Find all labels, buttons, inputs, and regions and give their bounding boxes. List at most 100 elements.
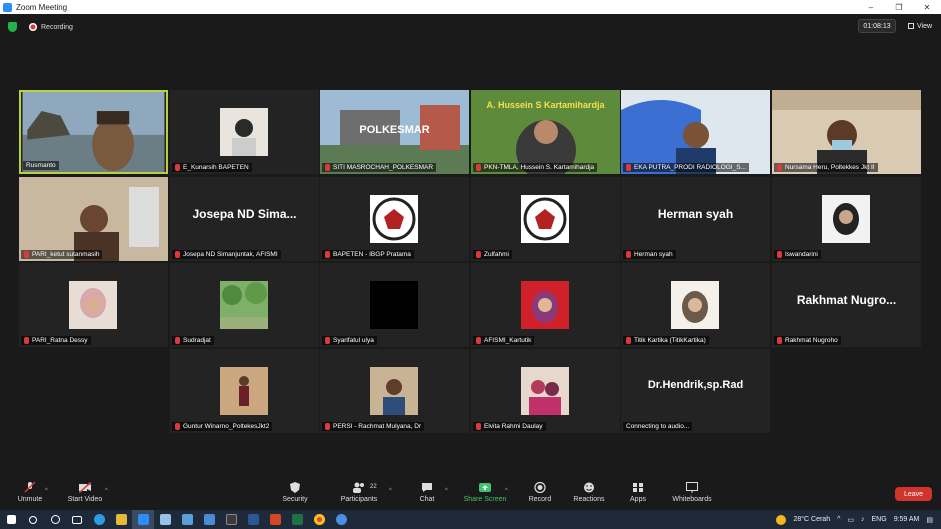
mic-muted-icon — [777, 337, 782, 344]
participant-name: Elvita Rahmi Daulay — [473, 422, 546, 431]
language-indicator[interactable]: ENG — [872, 516, 887, 523]
participant-tile[interactable]: Elvita Rahmi Daulay — [471, 349, 620, 433]
participant-tile[interactable]: Herman syah Herman syah — [621, 177, 770, 261]
security-button[interactable]: Security — [265, 482, 325, 503]
view-button[interactable]: View — [904, 19, 936, 33]
close-button[interactable]: ✕ — [913, 3, 941, 12]
video-options-caret[interactable]: ^ — [105, 488, 108, 494]
notifications-icon[interactable]: ▤ — [926, 516, 933, 524]
task-switch-button[interactable] — [66, 510, 88, 529]
word-icon — [247, 514, 259, 525]
task-switch-icon — [72, 515, 82, 524]
encryption-shield-icon[interactable] — [8, 22, 17, 32]
participant-tile[interactable]: Nursama Heru, Poltekkes Jkt II — [772, 90, 921, 174]
mic-muted-icon — [24, 251, 29, 258]
participant-tile[interactable]: Rakhmat Nugro... Rakhmat Nugroho — [772, 263, 921, 347]
tray-chevron-icon[interactable]: ^ — [837, 516, 840, 523]
word-button[interactable] — [242, 510, 264, 529]
participant-tile[interactable]: E_Kunarsih BAPETEN — [170, 90, 319, 174]
whiteboards-button[interactable]: Whiteboards — [662, 482, 722, 503]
camera-button[interactable] — [330, 510, 352, 529]
photos-button[interactable] — [154, 510, 176, 529]
search-button[interactable] — [22, 510, 44, 529]
participant-tile[interactable]: PARI_ketut sutanmasih — [19, 177, 168, 261]
start-button[interactable] — [0, 510, 22, 529]
chat-button[interactable]: Chat — [397, 482, 457, 503]
apps-button[interactable]: Apps — [608, 482, 668, 503]
mic-muted-icon — [626, 337, 631, 344]
participant-tile[interactable]: A. Hussein S Kartamihardja PKN-TMLA, Hus… — [471, 90, 620, 174]
participant-tile[interactable]: Sudradjat — [170, 263, 319, 347]
volume-icon[interactable]: ♪ — [861, 516, 865, 523]
video-feed — [19, 177, 168, 261]
profile-photo — [69, 281, 117, 329]
chrome-button[interactable] — [308, 510, 330, 529]
video-off-icon — [79, 482, 91, 493]
participant-tile[interactable]: Syarifatul ulya — [320, 263, 469, 347]
garuda-logo-icon — [521, 195, 569, 243]
participant-tile[interactable]: EKA PUTRA_PRODI RADIOLOGI_S... — [621, 90, 770, 174]
participant-tile[interactable]: Josepa ND Sima... Josepa ND Simanjuntak,… — [170, 177, 319, 261]
participant-name: PERSI - Rachmat Mulyana, Dr — [322, 422, 425, 431]
display-name: Rakhmat Nugro... — [796, 293, 897, 307]
file-explorer-button[interactable] — [110, 510, 132, 529]
participants-button[interactable]: Participants — [329, 482, 389, 503]
participant-tile[interactable]: Guntur Winarno_PoltekesJkt2 — [170, 349, 319, 433]
audio-options-caret[interactable]: ^ — [45, 488, 48, 494]
participant-name: Herman syah — [623, 250, 676, 259]
edge-button[interactable] — [88, 510, 110, 529]
task-view-button[interactable] — [44, 510, 66, 529]
window-titlebar: Zoom Meeting – ❐ ✕ — [0, 0, 941, 14]
participant-name: Nursama Heru, Poltekkes Jkt II — [774, 163, 878, 172]
zoom-taskbar-button[interactable] — [132, 510, 154, 529]
store-button[interactable] — [176, 510, 198, 529]
participant-tile[interactable]: Titik Kartika (TitikKartika) — [621, 263, 770, 347]
network-icon[interactable]: ▭ — [847, 516, 854, 524]
mic-muted-icon — [777, 251, 782, 258]
participant-tile[interactable]: POLKESMAR SITI MASROCHAH_POLKESMAR — [320, 90, 469, 174]
profile-photo — [370, 281, 418, 329]
minimize-button[interactable]: – — [857, 3, 885, 12]
participant-tile[interactable]: Rusmanto — [19, 90, 168, 174]
participant-name: AFISMI_Kartutik — [473, 336, 535, 345]
powerpoint-icon — [269, 514, 281, 525]
recording-icon — [29, 23, 37, 31]
banner-text: A. Hussein S Kartamihardja — [486, 100, 605, 110]
participant-name: PARI_ketut sutanmasih — [21, 250, 103, 259]
participant-tile[interactable]: BAPETEN - IBGP Pratama — [320, 177, 469, 261]
display-name: Dr.Hendrik,sp.Rad — [647, 379, 744, 391]
participant-tile[interactable]: AFISMI_Kartutik — [471, 263, 620, 347]
clock[interactable]: 9:59 AM — [894, 516, 920, 523]
video-feed — [22, 92, 165, 172]
window-title: Zoom Meeting — [16, 2, 68, 12]
leave-button[interactable]: Leave — [895, 487, 932, 501]
zoom-icon — [137, 514, 149, 525]
participant-tile[interactable]: PERSI - Rachmat Mulyana, Dr — [320, 349, 469, 433]
participants-options-caret[interactable]: ^ — [389, 488, 392, 494]
share-options-caret[interactable]: ^ — [505, 488, 508, 494]
profile-photo — [521, 367, 569, 415]
banner-text: POLKESMAR — [359, 124, 430, 136]
garuda-logo-icon — [370, 195, 418, 243]
recording-label: Recording — [41, 23, 73, 31]
mic-muted-icon — [626, 251, 631, 258]
app-button[interactable] — [220, 510, 242, 529]
mail-button[interactable] — [198, 510, 220, 529]
participant-name: Connecting to audio... — [623, 422, 693, 431]
participant-tile[interactable]: PARI_Ratna Dessy — [19, 263, 168, 347]
participant-tile[interactable]: Dr.Hendrik,sp.Rad Connecting to audio... — [621, 349, 770, 433]
mic-muted-icon — [175, 423, 180, 430]
store-icon — [181, 514, 193, 525]
weather-text[interactable]: 28°C Cerah — [793, 516, 830, 523]
windows-icon — [6, 515, 16, 524]
smiley-icon — [584, 482, 594, 493]
participant-tile[interactable]: Zulfahmi — [471, 177, 620, 261]
maximize-button[interactable]: ❐ — [885, 3, 913, 12]
camera-icon — [335, 514, 347, 525]
powerpoint-button[interactable] — [264, 510, 286, 529]
unmute-button[interactable]: Unmute — [0, 482, 60, 503]
app-icon — [225, 514, 237, 525]
chat-options-caret[interactable]: ^ — [445, 488, 448, 494]
excel-button[interactable] — [286, 510, 308, 529]
participant-tile[interactable]: Iswandarini — [772, 177, 921, 261]
